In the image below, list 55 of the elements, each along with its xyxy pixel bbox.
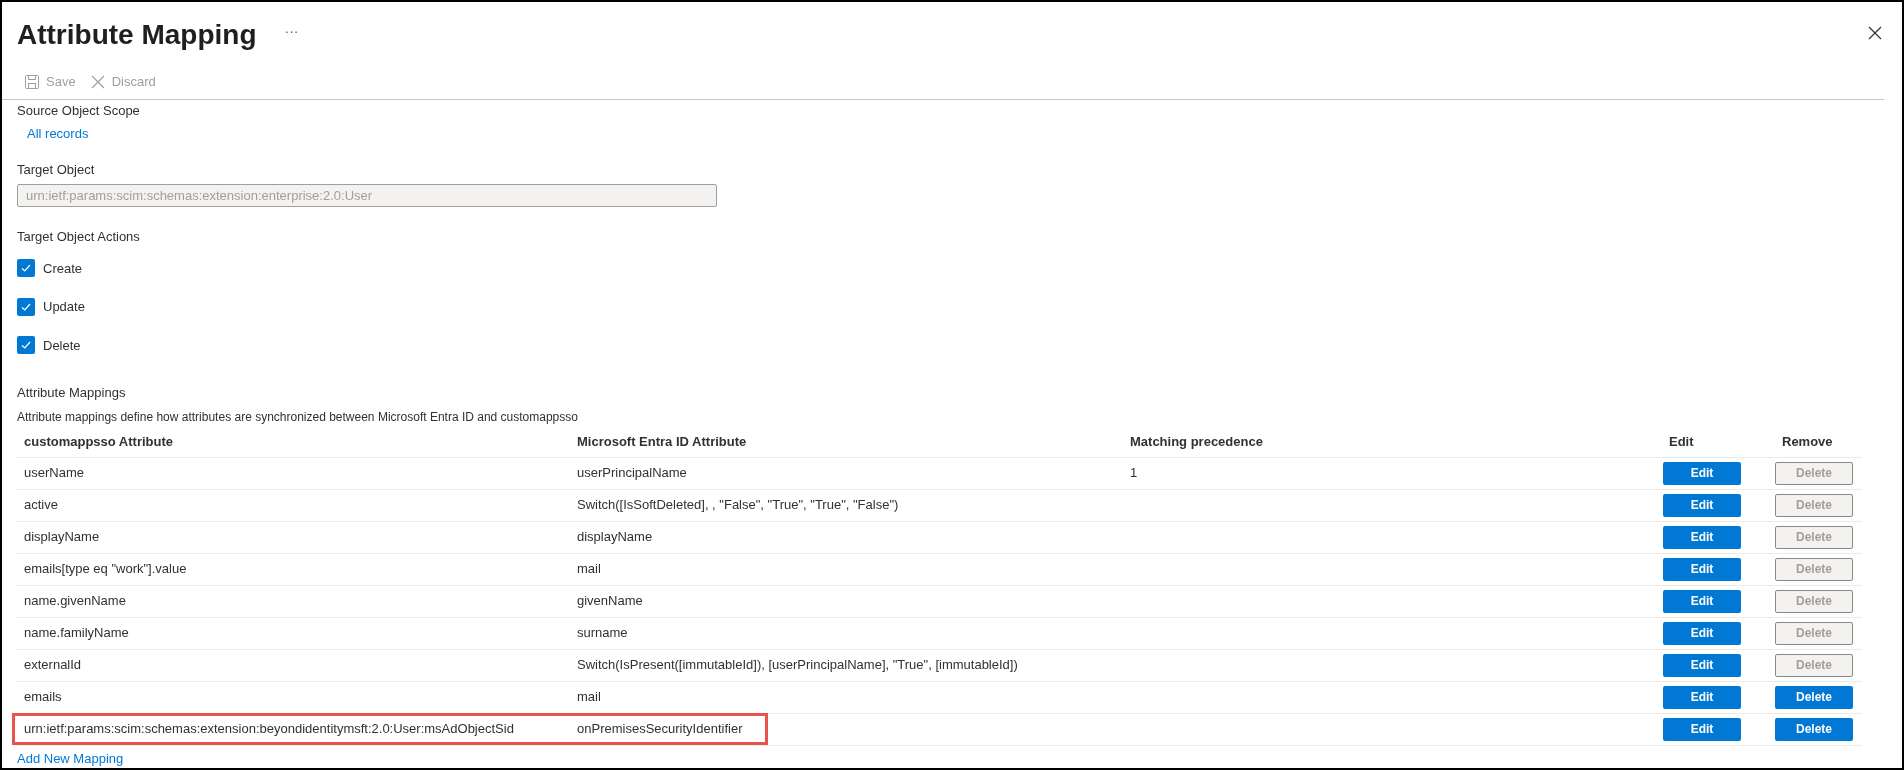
table-cell-text: onPremisesSecurityIdentifier — [576, 720, 744, 739]
close-icon — [89, 73, 106, 90]
edit-button[interactable]: Edit — [1663, 653, 1741, 677]
table-cell-text: name.familyName — [23, 624, 130, 643]
column-header: Edit — [1668, 433, 1695, 452]
page-title: Attribute Mapping — [17, 18, 257, 52]
table-cell-text: urn:ietf:params:scim:schemas:extension:beyondidentitymsft:2.0:User:msAdObjectSid — [23, 720, 515, 739]
checkbox[interactable] — [17, 336, 35, 355]
close-icon[interactable] — [1868, 26, 1882, 40]
table-cell-text: givenName — [576, 592, 644, 611]
edit-button[interactable]: Edit — [1663, 685, 1741, 709]
table-cell-text: surname — [576, 624, 629, 643]
table-cell-text: userPrincipalName — [576, 464, 688, 483]
scope-link[interactable]: All records — [27, 124, 89, 144]
section-title: Attribute Mappings — [17, 384, 127, 402]
edit-button[interactable]: Edit — [1663, 717, 1741, 741]
column-header: Remove — [1781, 433, 1834, 452]
edit-button[interactable]: Edit — [1663, 461, 1741, 485]
checkbox[interactable] — [17, 259, 35, 278]
column-header: Matching precedence — [1129, 433, 1264, 452]
add-mapping-link[interactable]: Add New Mapping — [17, 748, 124, 768]
table-cell-text: displayName — [23, 528, 101, 547]
field-label: Target Object — [17, 160, 96, 179]
table-cell-text: displayName — [576, 528, 654, 547]
column-header: Microsoft Entra ID Attribute — [576, 433, 748, 452]
table-cell-text: userName — [23, 464, 85, 483]
table-cell-text: emails[type eq "work"].value — [23, 560, 188, 579]
edit-button[interactable]: Edit — [1663, 621, 1741, 645]
edit-button[interactable]: Edit — [1663, 525, 1741, 549]
table-cell-text: name.givenName — [23, 592, 127, 611]
table-cell-text: Switch(IsPresent([immutableId]), [userPrincipalName], "True", [immutableId]) — [576, 656, 1019, 675]
checkbox-label: Update — [43, 298, 85, 316]
table-cell-text: emails — [23, 688, 63, 707]
column-header: customappsso Attribute — [23, 433, 175, 452]
table-cell-text: active — [23, 496, 59, 515]
delete-button[interactable]: Delete — [1775, 685, 1853, 709]
delete-button[interactable]: Delete — [1775, 717, 1853, 741]
section-label: Target Object Actions — [17, 228, 141, 246]
table-cell-text: externalId — [23, 656, 83, 675]
table-cell-text: 1 — [1129, 464, 1139, 483]
checkmark-icon — [20, 262, 32, 275]
edit-button[interactable]: Edit — [1663, 493, 1741, 517]
table-cell-text: Switch([IsSoftDeleted], , "False", "True", "True", "False") — [576, 496, 900, 515]
section-label: Source Object Scope — [17, 101, 141, 120]
checkmark-icon — [20, 339, 32, 352]
edit-button[interactable]: Edit — [1663, 557, 1741, 581]
edit-button[interactable]: Edit — [1663, 589, 1741, 613]
table-cell-text: mail — [576, 560, 602, 579]
save-icon — [24, 73, 40, 90]
checkbox-label: Delete — [43, 336, 81, 355]
more-button[interactable]: ··· — [280, 20, 303, 50]
checkbox[interactable] — [17, 297, 35, 316]
checkbox-label: Create — [43, 259, 83, 278]
table-cell-text: mail — [576, 688, 602, 707]
section-description: Attribute mappings define how attributes are synchronized between Microsoft Entra ID and customappsso — [17, 408, 579, 426]
